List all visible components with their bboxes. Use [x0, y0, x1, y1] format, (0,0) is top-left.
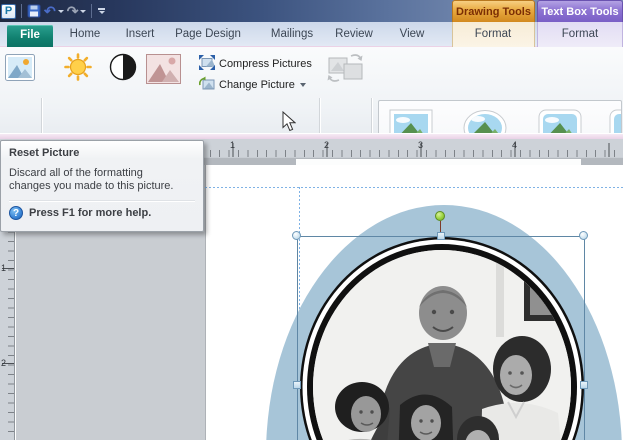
tab-format-drawing-tools[interactable]: Format — [460, 24, 526, 47]
tab-home[interactable]: Home — [64, 24, 106, 47]
qat-separator — [91, 4, 92, 18]
compress-pictures-label: Compress Pictures — [219, 58, 312, 70]
contrast-button[interactable] — [108, 53, 138, 86]
brightness-button[interactable] — [63, 53, 93, 86]
save-icon — [27, 4, 41, 18]
customize-quick-access-button[interactable] — [97, 8, 105, 14]
qat-separator — [21, 4, 22, 18]
compress-pictures-icon — [199, 55, 215, 73]
customize-caret-icon — [99, 11, 105, 14]
publisher-window: P ↶ ↷ Drawing Tool — [0, 0, 623, 440]
ribbon-tab-row: File Home Insert Page Design Mailings Re… — [0, 22, 623, 47]
change-picture-button[interactable]: Change Picture — [199, 75, 306, 95]
rotation-handle[interactable] — [435, 211, 445, 221]
undo-button[interactable]: ↶ — [44, 4, 64, 18]
redo-dropdown-icon — [80, 10, 86, 13]
resize-handle-middle-left[interactable] — [293, 381, 301, 389]
undo-dropdown-icon[interactable] — [58, 10, 64, 13]
ruler-number: 4 — [512, 140, 517, 150]
tab-mailings[interactable]: Mailings — [266, 24, 318, 47]
redo-icon: ↷ — [67, 4, 79, 18]
tab-insert[interactable]: Insert — [119, 24, 161, 47]
resize-handle-top-center[interactable] — [437, 232, 445, 240]
customize-quick-access-icon — [98, 8, 105, 10]
selection-border-left — [297, 236, 298, 440]
tooltip-title: Reset Picture — [9, 147, 195, 159]
ruler-number: 1 — [1, 263, 6, 273]
resize-handle-top-left[interactable] — [292, 231, 301, 240]
change-picture-icon — [199, 76, 215, 94]
brightness-sun-icon — [63, 53, 93, 81]
redo-button: ↷ — [67, 4, 87, 18]
contextual-header-drawing-tools: Drawing Tools — [452, 0, 535, 22]
recolor-icon — [146, 54, 181, 84]
tooltip-help-text: Press F1 for more help. — [29, 207, 151, 219]
tab-format-text-box-tools[interactable]: Format — [547, 24, 613, 47]
tooltip-divider — [9, 200, 195, 201]
save-button[interactable] — [27, 4, 41, 18]
publisher-logo-icon[interactable]: P — [1, 4, 16, 19]
tab-review[interactable]: Review — [331, 24, 377, 47]
ruler-number: 2 — [1, 358, 6, 368]
tooltip-description: Discard all of the formatting changes yo… — [9, 167, 181, 193]
selection-border-right — [584, 236, 585, 440]
picture-button[interactable] — [5, 54, 35, 87]
resize-handle-top-right[interactable] — [579, 231, 588, 240]
swap-button — [327, 52, 364, 89]
ribbon: Picture Insert Brightness — [0, 47, 623, 133]
change-picture-dropdown-icon[interactable] — [300, 83, 306, 87]
tab-file[interactable]: File — [7, 25, 53, 47]
quick-access-toolbar: P ↶ ↷ — [1, 1, 105, 21]
ruler-number: 1 — [230, 140, 235, 150]
title-bar: P ↶ ↷ Drawing Tool — [0, 0, 623, 22]
recolor-button[interactable] — [146, 54, 181, 89]
change-picture-label: Change Picture — [219, 79, 295, 91]
contrast-icon — [108, 53, 138, 81]
contextual-header-text-box-tools: Text Box Tools — [537, 0, 623, 22]
tab-view[interactable]: View — [392, 24, 432, 47]
margin-guide-horizontal — [205, 187, 623, 188]
compress-pictures-button[interactable]: Compress Pictures — [199, 54, 312, 74]
family-photo-grayscale — [300, 237, 584, 440]
picture-icon — [5, 54, 35, 82]
ruler-number: 3 — [418, 140, 423, 150]
selected-picture-oval-frame[interactable] — [300, 237, 584, 440]
tab-page-design[interactable]: Page Design — [174, 24, 242, 47]
cursor-pointer-icon — [282, 111, 296, 132]
reset-picture-tooltip: Reset Picture Discard all of the formatt… — [0, 140, 204, 232]
resize-handle-middle-right[interactable] — [580, 381, 588, 389]
ruler-number: 2 — [324, 140, 329, 150]
swap-icon — [327, 52, 364, 84]
help-icon: ? — [9, 206, 23, 220]
undo-icon: ↶ — [44, 4, 56, 18]
